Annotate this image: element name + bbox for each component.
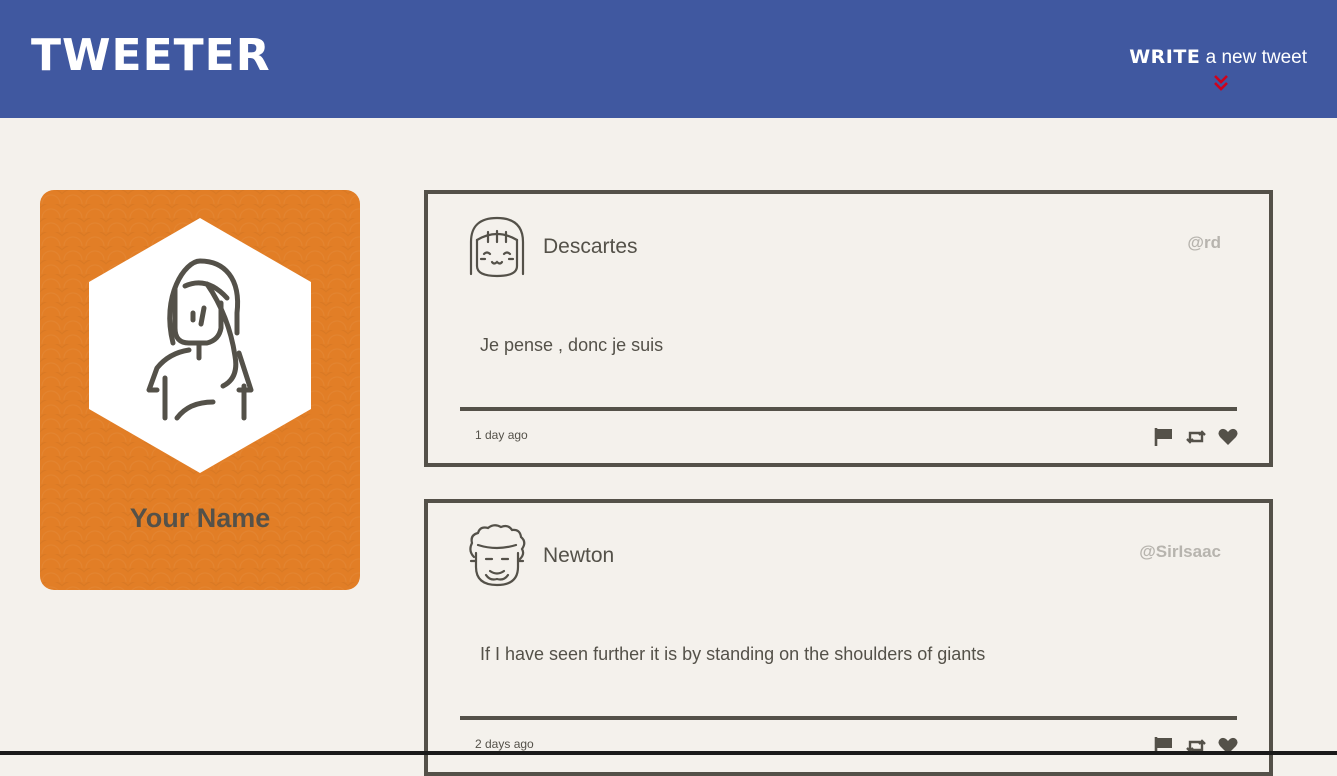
tweet-handle: @rd <box>1187 233 1221 252</box>
profile-avatar <box>89 218 311 473</box>
write-label: WRITE <box>1129 46 1201 68</box>
tweet-card: Descartes @rd Je pense , donc je suis 1 … <box>424 190 1273 467</box>
tweet-card: Newton @SirIsaac If I have seen further … <box>424 499 1273 776</box>
tweet-age: 1 day ago <box>475 428 528 442</box>
brand-logo[interactable]: TWEETER <box>31 30 271 81</box>
heart-icon[interactable] <box>1217 427 1239 447</box>
tweet-content: If I have seen further it is by standing… <box>480 644 986 664</box>
double-chevron-down-icon[interactable] <box>1212 73 1230 93</box>
tweet-author: Newton <box>543 544 615 567</box>
tweet-divider <box>460 716 1237 720</box>
write-label-rest: a new tweet <box>1200 47 1307 68</box>
tweet-age: 2 days ago <box>475 737 534 751</box>
tweet-actions <box>1153 427 1239 447</box>
top-nav: TWEETER WRITE a new tweet <box>0 0 1337 118</box>
profile-card: Your Name <box>40 190 360 590</box>
tweet-handle: @SirIsaac <box>1139 542 1221 561</box>
window-bottom-edge <box>0 751 1337 755</box>
tweet-divider <box>460 407 1237 411</box>
avatar-icon <box>469 524 526 587</box>
write-tweet-button[interactable]: WRITE a new tweet <box>1129 46 1307 69</box>
avatar-icon <box>469 216 525 278</box>
tweet-content: Je pense , donc je suis <box>480 335 664 355</box>
retweet-icon[interactable] <box>1185 427 1207 447</box>
profile-name: Your Name <box>129 503 271 533</box>
tweet-author: Descartes <box>543 235 638 258</box>
flag-icon[interactable] <box>1153 427 1175 447</box>
